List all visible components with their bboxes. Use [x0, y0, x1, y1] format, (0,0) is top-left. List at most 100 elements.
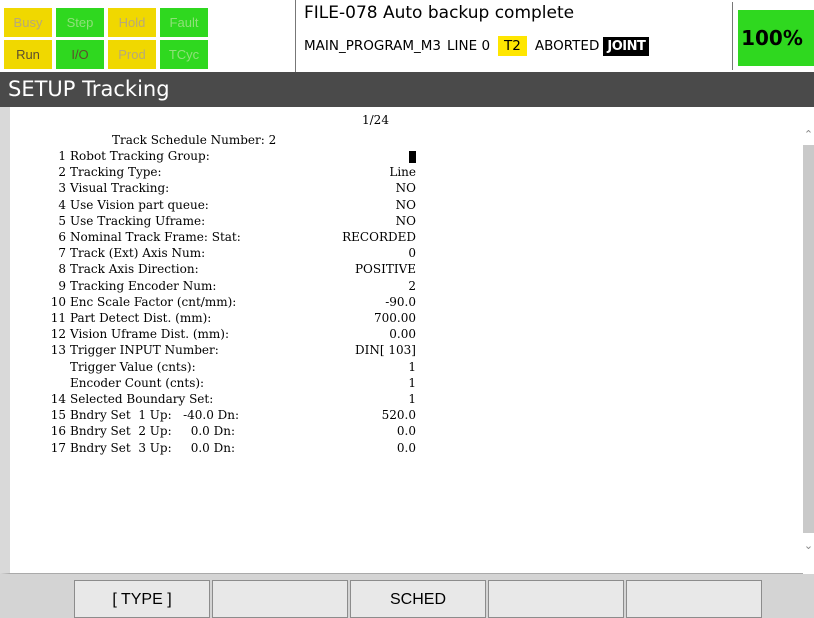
- item-value[interactable]: NO: [396, 214, 416, 228]
- setup-item-row[interactable]: 7 Track (Ext) Axis Num: 0: [48, 246, 428, 261]
- setup-item-row[interactable]: 6 Nominal Track Frame: Stat: RECORDED: [48, 230, 428, 245]
- step-indicator: Step: [56, 8, 104, 37]
- item-number: 15: [50, 408, 66, 423]
- f1-type-button[interactable]: [ TYPE ]: [74, 580, 210, 618]
- item-value[interactable]: 1: [408, 376, 416, 390]
- setup-item-row[interactable]: 13 Trigger INPUT Number: DIN[ 103]: [48, 343, 428, 358]
- program-name: MAIN_PROGRAM_M3: [304, 38, 442, 54]
- item-value[interactable]: NO: [396, 198, 416, 212]
- item-label: Trigger INPUT Number:: [70, 343, 219, 358]
- item-label: Use Tracking Uframe:: [70, 213, 206, 228]
- setup-item-row[interactable]: 17 Bndry Set 3 Up: 0.0 Dn: 0.0: [48, 441, 428, 456]
- item-number: 17: [50, 440, 66, 455]
- item-value[interactable]: NO: [396, 181, 416, 195]
- item-number: 14: [50, 392, 66, 406]
- item-number: 6: [58, 230, 66, 244]
- status-divider: [295, 0, 296, 72]
- setup-item-row[interactable]: 15 Bndry Set 1 Up: -40.0 Dn: 520.0: [48, 408, 428, 423]
- setup-item-row[interactable]: 12 Vision Uframe Dist. (mm): 0.00: [48, 327, 428, 342]
- item-number: 5: [58, 213, 66, 228]
- f5-button[interactable]: [626, 580, 762, 618]
- setup-item-row[interactable]: 11 Part Detect Dist. (mm): 700.00: [48, 311, 428, 326]
- item-number: 4: [58, 197, 66, 212]
- alarm-message: FILE-078 Auto backup complete: [304, 3, 575, 23]
- edit-cursor: [409, 150, 416, 163]
- fault-indicator: Fault: [160, 8, 208, 37]
- item-value[interactable]: RECORDED: [342, 230, 416, 244]
- item-label: Bndry Set 1 Up: -40.0 Dn:: [70, 408, 240, 423]
- item-label: Bndry Set 3 Up: 0.0 Dn:: [70, 440, 235, 455]
- busy-indicator: Busy: [4, 8, 52, 37]
- item-label: Track (Ext) Axis Num:: [70, 246, 206, 261]
- item-value[interactable]: 2: [408, 279, 416, 293]
- scroll-thumb[interactable]: [803, 145, 814, 533]
- item-value[interactable]: 0: [408, 246, 416, 260]
- page-indicator: 1/24: [362, 113, 389, 127]
- item-number: 8: [58, 262, 66, 277]
- schedule-number-label: Track Schedule Number: 2: [112, 133, 277, 147]
- setup-item-row[interactable]: Trigger Value (cnts): 1: [48, 360, 428, 375]
- item-value[interactable]: [409, 149, 416, 163]
- f4-button[interactable]: [488, 580, 624, 618]
- scroll-up-icon[interactable]: ⌃: [803, 129, 814, 141]
- item-value[interactable]: -90.0: [385, 295, 416, 309]
- program-status-line: MAIN_PROGRAM_M3 LINE 0 T2 ABORTED JOINT: [304, 32, 650, 60]
- item-value[interactable]: 0.0: [397, 441, 416, 455]
- status-divider-2: [732, 2, 733, 70]
- setup-item-row[interactable]: 3 Visual Tracking: NO: [48, 181, 428, 196]
- setup-item-row[interactable]: 1 Robot Tracking Group:: [48, 149, 428, 164]
- item-label: Selected Boundary Set:: [70, 392, 214, 406]
- item-label: Track Axis Direction:: [70, 262, 199, 277]
- item-label: Visual Tracking:: [70, 181, 170, 196]
- setup-item-row[interactable]: 10 Enc Scale Factor (cnt/mm): -90.0: [48, 295, 428, 310]
- setup-item-row[interactable]: 5 Use Tracking Uframe: NO: [48, 214, 428, 229]
- item-value[interactable]: 0.0: [397, 424, 416, 438]
- speed-override: 100%: [738, 10, 814, 66]
- setup-item-row[interactable]: 2 Tracking Type: Line: [48, 165, 428, 180]
- item-number: 11: [50, 311, 66, 325]
- item-value[interactable]: 1: [408, 360, 416, 374]
- item-value[interactable]: 1: [408, 392, 416, 406]
- scroll-down-icon[interactable]: ⌄: [803, 540, 814, 552]
- item-label: Tracking Encoder Num:: [70, 278, 217, 293]
- item-value[interactable]: 520.0: [382, 408, 416, 422]
- item-label: Tracking Type:: [70, 165, 162, 180]
- item-label: Enc Scale Factor (cnt/mm):: [70, 294, 237, 309]
- setup-item-row[interactable]: 16 Bndry Set 2 Up: 0.0 Dn: 0.0: [48, 424, 428, 439]
- setup-item-row[interactable]: 9 Tracking Encoder Num: 2: [48, 279, 428, 294]
- item-value[interactable]: POSITIVE: [355, 262, 416, 276]
- setup-item-row[interactable]: Encoder Count (cnts): 1: [48, 376, 428, 391]
- program-line: LINE 0: [447, 38, 491, 54]
- setup-item-row[interactable]: 8 Track Axis Direction: POSITIVE: [48, 262, 428, 277]
- item-number: 9: [58, 278, 66, 293]
- item-label: Robot Tracking Group:: [70, 149, 210, 163]
- item-label: Trigger Value (cnts):: [70, 359, 196, 374]
- item-number: 2: [58, 165, 66, 180]
- f2-button[interactable]: [212, 580, 348, 618]
- item-value[interactable]: 700.00: [374, 311, 416, 325]
- item-value[interactable]: Line: [389, 165, 416, 179]
- item-label: Part Detect Dist. (mm):: [70, 311, 212, 325]
- item-label: Encoder Count (cnts):: [70, 375, 205, 390]
- item-number: 12: [50, 327, 66, 342]
- item-number: 1: [58, 149, 66, 163]
- run-indicator: Run: [4, 40, 52, 69]
- setup-item-row[interactable]: 4 Use Vision part queue: NO: [48, 198, 428, 213]
- item-number: 13: [50, 343, 66, 358]
- item-number: 7: [58, 246, 66, 261]
- status-area: Busy Step Hold Fault Run I/O Prod TCyc F…: [0, 0, 814, 72]
- scrollbar[interactable]: ⌃ ⌄: [803, 107, 814, 574]
- item-label: Nominal Track Frame: Stat:: [70, 230, 241, 244]
- item-value[interactable]: DIN[ 103]: [355, 343, 416, 357]
- coord-system-badge: JOINT: [603, 36, 650, 56]
- item-number: 3: [58, 181, 66, 196]
- function-key-bar: [ TYPE ] SCHED: [0, 574, 814, 618]
- item-label: Vision Uframe Dist. (mm):: [70, 327, 230, 342]
- hold-indicator: Hold: [108, 8, 156, 37]
- page-title: SETUP Tracking: [0, 72, 814, 107]
- f3-sched-button[interactable]: SCHED: [350, 580, 486, 618]
- mode-badge: T2: [498, 36, 527, 56]
- tcyc-indicator: TCyc: [160, 40, 208, 69]
- setup-item-row[interactable]: 14 Selected Boundary Set: 1: [48, 392, 428, 407]
- item-value[interactable]: 0.00: [389, 327, 416, 341]
